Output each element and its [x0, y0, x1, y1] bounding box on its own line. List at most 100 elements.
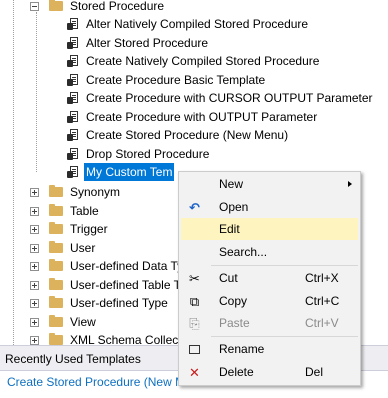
tree-node-label: XML Schema Collect — [70, 333, 182, 345]
tree-node-label: User-defined Data Ty — [70, 259, 184, 273]
template-label: Create Procedure with CURSOR OUTPUT Para… — [86, 91, 373, 105]
folder-icon — [49, 0, 63, 11]
menu-shortcut: Del — [305, 365, 324, 379]
folder-icon — [49, 259, 63, 271]
rename-icon — [187, 342, 202, 357]
tree-node-label: View — [70, 315, 96, 329]
menu-item-label: Paste — [219, 316, 250, 330]
template-label: Create Procedure with OUTPUT Parameter — [86, 110, 318, 124]
template-label: Alter Natively Compiled Stored Procedure — [86, 17, 309, 31]
tree-node-view[interactable]: View — [30, 313, 96, 331]
tree-node-label: User — [70, 241, 96, 255]
tree-guide-line — [13, 0, 14, 345]
template-file-icon — [67, 73, 79, 87]
tree-node-user-defined-table-type[interactable]: User-defined Table T — [30, 276, 181, 294]
template-label: Create Procedure Basic Template — [86, 73, 266, 87]
expand-icon[interactable] — [30, 187, 39, 197]
folder-icon — [49, 185, 63, 197]
paste-icon: ⎘ — [189, 316, 200, 331]
menu-item-paste[interactable]: ⎘ Paste Ctrl+V — [181, 312, 358, 334]
menu-item-open[interactable]: ↶ Open — [181, 196, 358, 218]
menu-item-label: Rename — [219, 342, 265, 356]
expand-icon[interactable] — [30, 206, 39, 216]
context-menu: New ↶ Open Edit Search... ✂ Cut Ctrl+X ⧉… — [178, 171, 361, 386]
tree-node-label: Synonym — [70, 185, 121, 199]
menu-item-cut[interactable]: ✂ Cut Ctrl+X — [181, 267, 358, 289]
menu-item-copy[interactable]: ⧉ Copy Ctrl+C — [181, 290, 358, 312]
menu-shortcut: Ctrl+C — [305, 294, 340, 308]
menu-item-rename[interactable]: Rename — [181, 338, 358, 360]
template-file-icon — [67, 165, 79, 179]
menu-item-label: Delete — [219, 365, 254, 379]
expand-icon[interactable] — [30, 335, 39, 345]
tree-node-user-defined-type[interactable]: User-defined Type — [30, 294, 168, 312]
template-item[interactable]: Drop Stored Procedure — [67, 145, 209, 163]
menu-item-label: Open — [219, 200, 249, 214]
menu-item-label: Copy — [219, 294, 248, 308]
template-file-icon — [67, 128, 79, 142]
menu-shortcut: Ctrl+X — [305, 271, 339, 285]
open-icon: ↶ — [189, 200, 200, 215]
menu-item-label: Search... — [219, 245, 268, 259]
template-file-icon — [67, 91, 79, 105]
template-label: Create Natively Compiled Stored Procedur… — [86, 54, 320, 68]
copy-icon: ⧉ — [189, 294, 200, 309]
tree-node-user[interactable]: User — [30, 239, 95, 257]
template-item[interactable]: Create Natively Compiled Stored Procedur… — [67, 52, 319, 70]
expand-icon[interactable] — [30, 317, 39, 327]
tree-guide-line — [36, 12, 37, 172]
tree-node-label: User-defined Type — [70, 296, 168, 310]
menu-item-new[interactable]: New — [181, 173, 358, 195]
template-file-icon — [67, 36, 79, 50]
tree-node-label: Table — [70, 204, 99, 218]
template-item[interactable]: Create Procedure with CURSOR OUTPUT Para… — [67, 89, 373, 107]
tree-node-trigger[interactable]: Trigger — [30, 220, 108, 238]
folder-icon — [49, 296, 63, 308]
template-item[interactable]: Create Procedure with OUTPUT Parameter — [67, 108, 317, 126]
menu-item-delete[interactable]: ✕ Delete Del — [181, 361, 358, 383]
expand-icon[interactable] — [30, 298, 39, 308]
template-label: Create Stored Procedure (New Menu) — [86, 128, 289, 142]
template-label: My Custom Tem — [84, 163, 175, 181]
expand-icon[interactable] — [30, 224, 39, 234]
collapse-icon[interactable] — [30, 1, 39, 11]
template-file-icon — [67, 17, 79, 31]
tree-node-user-defined-data-type[interactable]: User-defined Data Ty — [30, 257, 183, 275]
tree-node-xml-schema-collection[interactable]: XML Schema Collect — [30, 331, 182, 345]
tree-node-table[interactable]: Table — [30, 202, 99, 220]
expand-icon[interactable] — [30, 261, 39, 271]
template-item[interactable]: Create Stored Procedure (New Menu) — [67, 126, 288, 144]
tree-node-label: Stored Procedure — [70, 0, 165, 13]
menu-item-label: Cut — [219, 271, 238, 285]
folder-icon — [49, 241, 63, 253]
tree-node-label: Trigger — [70, 222, 108, 236]
folder-icon — [49, 204, 63, 216]
folder-icon — [49, 333, 63, 345]
tree-node-stored-procedure[interactable]: Stored Procedure — [30, 0, 164, 15]
menu-item-edit[interactable]: Edit — [181, 218, 358, 240]
template-file-icon — [67, 54, 79, 68]
expand-icon[interactable] — [30, 243, 39, 253]
menu-shortcut: Ctrl+V — [305, 316, 339, 330]
template-item[interactable]: Alter Natively Compiled Stored Procedure — [67, 15, 308, 33]
template-file-icon — [67, 110, 79, 124]
menu-separator — [211, 265, 358, 266]
template-item[interactable]: Create Procedure Basic Template — [67, 71, 265, 89]
template-label: Alter Stored Procedure — [86, 36, 209, 50]
template-label: Drop Stored Procedure — [86, 147, 210, 161]
folder-icon — [49, 315, 63, 327]
menu-item-label: Edit — [219, 222, 240, 236]
tree-node-synonym[interactable]: Synonym — [30, 183, 120, 201]
submenu-arrow-icon — [348, 181, 352, 187]
expand-icon[interactable] — [30, 280, 39, 290]
folder-icon — [49, 278, 63, 290]
tree-node-label: User-defined Table T — [70, 278, 181, 292]
template-file-icon — [67, 147, 79, 161]
menu-separator — [211, 336, 358, 337]
menu-item-label: New — [219, 177, 244, 191]
folder-icon — [49, 222, 63, 234]
template-item-selected[interactable]: My Custom Tem — [67, 163, 175, 181]
menu-item-search[interactable]: Search... — [181, 241, 358, 263]
scissors-icon: ✂ — [189, 271, 200, 286]
template-item[interactable]: Alter Stored Procedure — [67, 34, 208, 52]
